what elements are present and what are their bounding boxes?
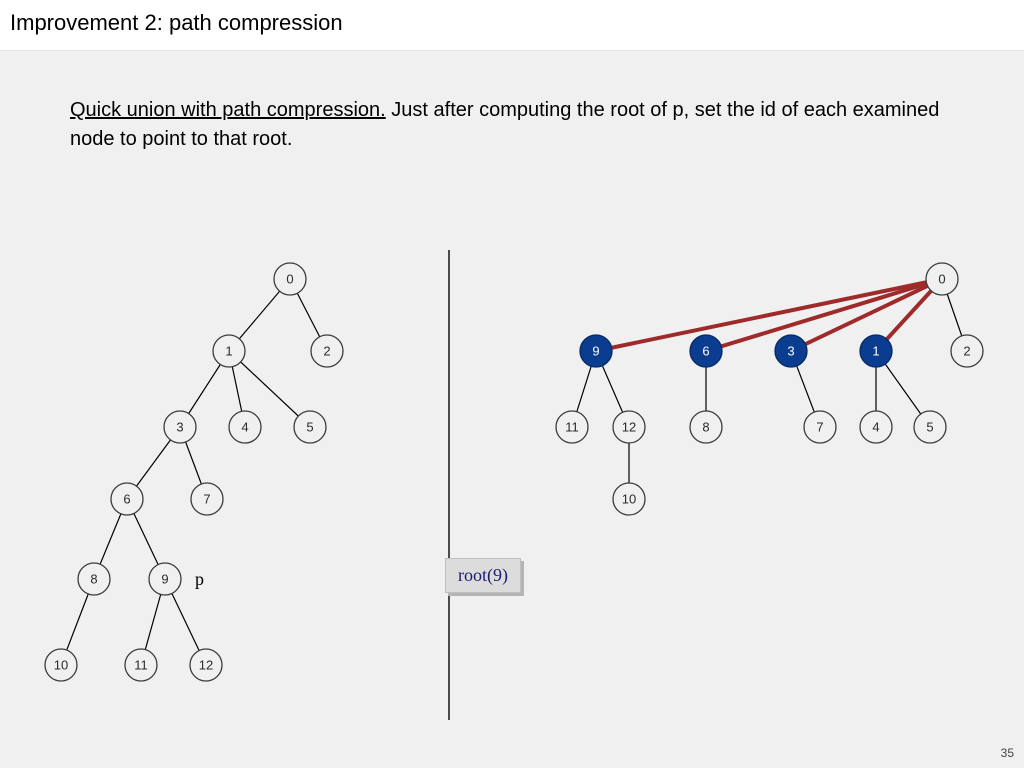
left-node-8: 8 — [78, 563, 110, 595]
svg-text:4: 4 — [872, 420, 879, 435]
left-node-12: 12 — [190, 649, 222, 681]
svg-text:12: 12 — [622, 420, 636, 435]
svg-text:7: 7 — [203, 492, 210, 507]
left-node-4: 4 — [229, 411, 261, 443]
left-node-1: 1 — [213, 335, 245, 367]
right-node-6: 6 — [690, 335, 722, 367]
svg-text:1: 1 — [872, 344, 879, 359]
right-tree-red-edges — [596, 279, 942, 351]
svg-text:9: 9 — [592, 344, 599, 359]
left-node-7: 7 — [191, 483, 223, 515]
svg-text:8: 8 — [702, 420, 709, 435]
right-node-0: 0 — [926, 263, 958, 295]
svg-text:2: 2 — [963, 344, 970, 359]
right-node-12: 12 — [613, 411, 645, 443]
left-node-10: 10 — [45, 649, 77, 681]
svg-text:8: 8 — [90, 572, 97, 587]
left-node-2: 2 — [311, 335, 343, 367]
left-node-11: 11 — [125, 649, 157, 681]
svg-text:6: 6 — [123, 492, 130, 507]
p-label-left: p — [195, 569, 204, 589]
left-node-6: 6 — [111, 483, 143, 515]
right-tree-nodes: 0 9 6 3 1 2 11 12 8 7 4 5 10 — [556, 263, 983, 515]
svg-text:3: 3 — [176, 420, 183, 435]
svg-text:11: 11 — [134, 658, 148, 673]
left-tree-edges — [61, 279, 327, 665]
svg-text:10: 10 — [54, 658, 68, 673]
svg-text:7: 7 — [816, 420, 823, 435]
right-node-8: 8 — [690, 411, 722, 443]
svg-text:10: 10 — [622, 492, 636, 507]
body-lead: Quick union with path compression. — [70, 99, 386, 121]
left-node-9: 9 — [149, 563, 181, 595]
right-node-11: 11 — [556, 411, 588, 443]
slide-title: Improvement 2: path compression — [0, 0, 1024, 51]
body-paragraph: Quick union with path compression. Just … — [70, 96, 950, 154]
svg-text:1: 1 — [225, 344, 232, 359]
right-node-4: 4 — [860, 411, 892, 443]
svg-text:11: 11 — [565, 420, 579, 435]
svg-text:6: 6 — [702, 344, 709, 359]
right-node-1: 1 — [860, 335, 892, 367]
svg-text:0: 0 — [938, 272, 945, 287]
svg-text:5: 5 — [926, 420, 933, 435]
right-node-3: 3 — [775, 335, 807, 367]
svg-text:3: 3 — [787, 344, 794, 359]
right-node-9: 9 — [580, 335, 612, 367]
right-node-10: 10 — [613, 483, 645, 515]
right-node-5: 5 — [914, 411, 946, 443]
svg-text:9: 9 — [161, 572, 168, 587]
left-tree-nodes: 0 1 2 3 4 5 6 7 8 9 10 11 12 — [45, 263, 343, 681]
operation-callout: root(9) — [445, 558, 521, 593]
svg-text:2: 2 — [323, 344, 330, 359]
svg-text:4: 4 — [241, 420, 248, 435]
svg-text:12: 12 — [199, 658, 213, 673]
right-node-7: 7 — [804, 411, 836, 443]
svg-text:5: 5 — [306, 420, 313, 435]
right-tree-edges — [572, 279, 967, 499]
left-node-0: 0 — [274, 263, 306, 295]
right-node-2: 2 — [951, 335, 983, 367]
left-node-5: 5 — [294, 411, 326, 443]
left-node-3: 3 — [164, 411, 196, 443]
page-number: 35 — [1001, 746, 1014, 760]
svg-text:0: 0 — [286, 272, 293, 287]
